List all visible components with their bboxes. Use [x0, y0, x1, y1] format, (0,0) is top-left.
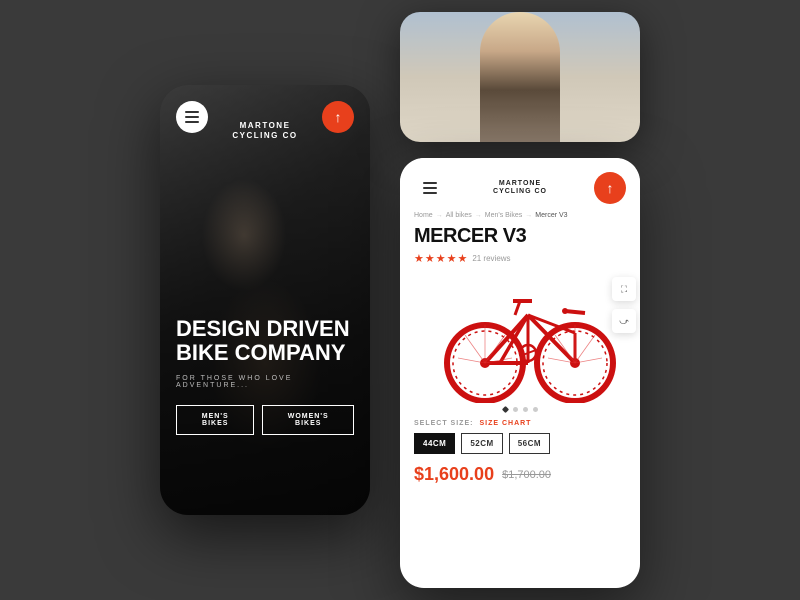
bike-illustration [400, 273, 640, 403]
phone-left: MARTONE CYCLING CO ↑ DESIGN DRIVEN BIKE … [160, 85, 370, 515]
man-photo-bg [400, 12, 640, 142]
hero-headline: DESIGN DRIVEN BIKE COMPANY [176, 317, 354, 365]
dot-1[interactable] [501, 406, 508, 413]
nav-bar: MARTONE CYCLING CO ↑ [160, 101, 370, 133]
size-button-52[interactable]: 52CM [461, 433, 502, 454]
breadcrumb: Home → All bikes → Men's Bikes → Mercer … [400, 212, 640, 225]
dot-2[interactable] [513, 407, 518, 412]
cta-button-group: MEN'S BIKES WOMEN'S BIKES [176, 405, 354, 435]
menu-line [185, 111, 199, 113]
size-section: SELECT SIZE: SIZE CHART 44CM 52CM 56CM [400, 420, 640, 454]
stars-row: ★★★★★ 21 reviews [414, 252, 626, 265]
breadcrumb-current: Mercer V3 [535, 212, 567, 219]
breadcrumb-all-bikes[interactable]: All bikes [446, 212, 472, 219]
phone-product: MARTONE CYCLING CO ↑ Home → All bikes → … [400, 158, 640, 588]
breadcrumb-home[interactable]: Home [414, 212, 433, 219]
product-brand-line1: MARTONE [493, 180, 547, 188]
size-label-row: SELECT SIZE: SIZE CHART [414, 420, 626, 427]
bike-image-area: ⛶ ⤻ [400, 273, 640, 403]
brand-name-line1: MARTONE [232, 121, 297, 131]
phone-left-screen: MARTONE CYCLING CO ↑ DESIGN DRIVEN BIKE … [160, 85, 370, 515]
menu-line [423, 182, 437, 184]
product-brand-logo: MARTONE CYCLING CO [493, 180, 547, 197]
size-label: SELECT SIZE: [414, 420, 473, 427]
menu-line [423, 192, 437, 194]
bg-overlay [160, 85, 370, 515]
size-buttons: 44CM 52CM 56CM [414, 433, 626, 454]
menu-line [423, 187, 437, 189]
product-share-button[interactable]: ↑ [594, 172, 626, 204]
menu-line [185, 121, 199, 123]
mens-bikes-button[interactable]: MEN'S BIKES [176, 405, 254, 435]
headline-line1: DESIGN DRIVEN [176, 316, 350, 341]
size-chart-link[interactable]: SIZE CHART [479, 420, 531, 427]
brand-name-line2: CYCLING CO [232, 131, 297, 141]
breadcrumb-arrow: → [475, 212, 482, 219]
product-nav: MARTONE CYCLING CO ↑ [400, 158, 640, 212]
share-button[interactable]: ↑ [322, 101, 354, 133]
product-menu-button[interactable] [414, 172, 446, 204]
hero-content: DESIGN DRIVEN BIKE COMPANY FOR THOSE WHO… [176, 317, 354, 435]
reviews-count: 21 reviews [472, 254, 510, 263]
product-brand-line2: CYCLING CO [493, 188, 547, 196]
expand-button[interactable]: ⛶ [612, 277, 636, 301]
breadcrumb-mens-bikes[interactable]: Men's Bikes [485, 212, 523, 219]
menu-line [185, 116, 199, 118]
product-title: MERCER V3 [414, 225, 626, 248]
share-icon: ↑ [606, 180, 613, 196]
price-section: $1,600.00 $1,700.00 [400, 464, 640, 485]
share-icon: ↑ [335, 109, 342, 125]
breadcrumb-arrow: → [436, 212, 443, 219]
right-section: MARTONE CYCLING CO ↑ Home → All bikes → … [400, 12, 640, 588]
menu-button[interactable] [176, 101, 208, 133]
expand-icon: ⛶ [621, 284, 627, 295]
womens-bikes-button[interactable]: WOMEN'S BIKES [262, 405, 354, 435]
brand-logo: MARTONE CYCLING CO [232, 121, 297, 140]
current-price: $1,600.00 [414, 464, 494, 485]
dot-4[interactable] [533, 407, 538, 412]
phone-top-small [400, 12, 640, 142]
dot-3[interactable] [523, 407, 528, 412]
share-side-button[interactable]: ⤻ [612, 309, 636, 333]
star-rating: ★★★★★ [414, 252, 468, 265]
original-price: $1,700.00 [502, 469, 551, 481]
size-button-56[interactable]: 56CM [509, 433, 550, 454]
share-side-icon: ⤻ [619, 316, 629, 327]
carousel-indicators [400, 407, 640, 412]
headline-line2: BIKE COMPANY [176, 340, 346, 365]
breadcrumb-arrow: → [525, 212, 532, 219]
product-content: MERCER V3 ★★★★★ 21 reviews [400, 225, 640, 265]
hero-subtext: FOR THOSE WHO LOVE ADVENTURE... [176, 375, 354, 389]
size-button-44[interactable]: 44CM [414, 433, 455, 454]
